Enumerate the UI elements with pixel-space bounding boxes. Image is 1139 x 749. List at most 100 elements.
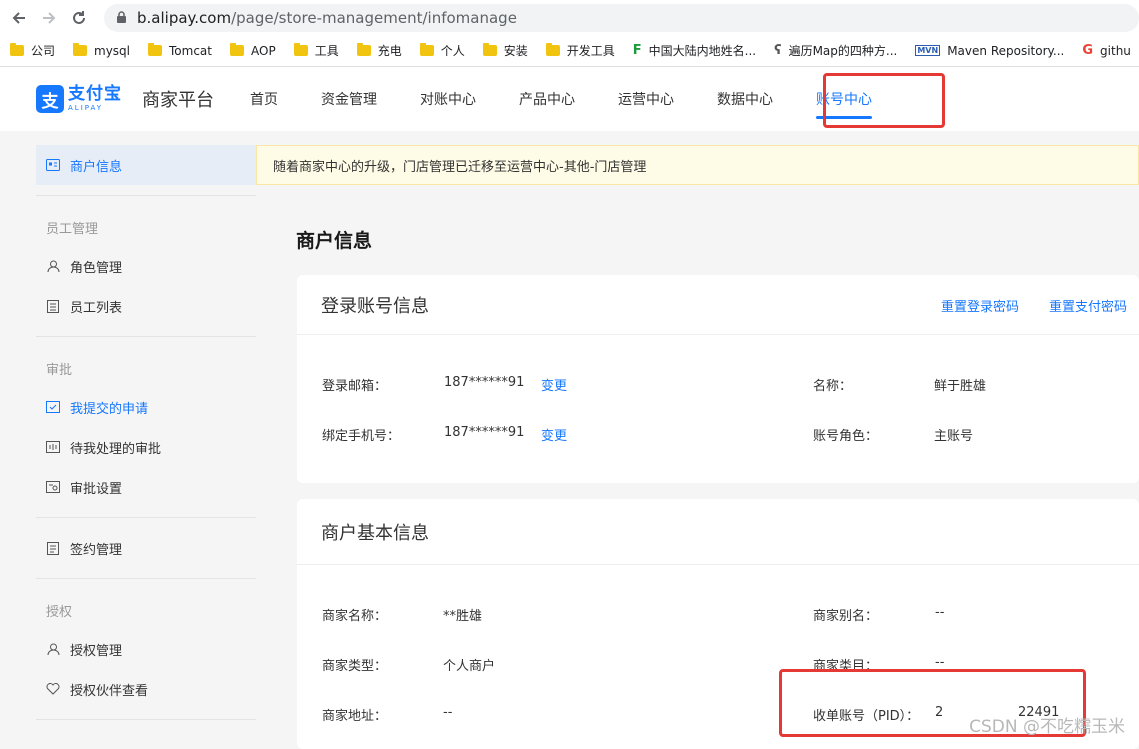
merchant-category-value: -- [935, 655, 944, 670]
check-box-icon [46, 400, 60, 414]
merchant-alias-value: -- [935, 605, 944, 620]
highlight-box-account-center [823, 73, 945, 128]
platform-name: 商家平台 [142, 86, 214, 112]
sidebar-divider [36, 517, 256, 518]
sidebar-divider [36, 719, 256, 720]
bookmark-item[interactable]: ʕ 遍历Map的四种方... [774, 42, 897, 59]
sidebar-item-merchant-info[interactable]: 商户信息 [36, 145, 256, 185]
sidebar-item-contracts[interactable]: 签约管理 [36, 528, 256, 568]
folder-icon [230, 45, 244, 56]
maven-icon: MVN [915, 45, 940, 56]
sidebar-divider [36, 336, 256, 337]
sidebar-divider [36, 578, 256, 579]
sidebar-divider [36, 195, 256, 196]
bookmark-item[interactable]: 安装 [483, 42, 528, 59]
bookmark-item[interactable]: Tomcat [148, 44, 212, 58]
folder-icon [357, 45, 371, 56]
menu-products[interactable]: 产品中心 [519, 67, 575, 131]
sidebar-item-label: 商户信息 [70, 156, 122, 175]
list-icon [46, 299, 60, 313]
alipay-logo[interactable]: 支 支付宝 ALIPAY [36, 85, 122, 113]
merchant-alias-label: 商家别名： [813, 605, 878, 624]
bookmark-item[interactable]: 公司 [10, 42, 55, 59]
menu-reconciliation[interactable]: 对账中心 [420, 67, 476, 131]
address-bar[interactable]: b.alipay.com/page/store-management/infom… [104, 4, 1139, 32]
site-icon: ʕ [774, 43, 781, 58]
sidebar-item-label: 授权管理 [70, 640, 122, 659]
folder-icon [10, 45, 24, 56]
sidebar-item-label: 待我处理的审批 [70, 438, 161, 457]
login-account-card: 登录账号信息 重置登录密码 重置支付密码 登录邮箱： 187******91 变… [297, 275, 1139, 483]
bookmark-label: githu [1100, 44, 1131, 58]
url-path: /page/store-management/infomanage [231, 9, 517, 27]
bookmark-label: Maven Repository... [947, 44, 1064, 58]
bookmark-item[interactable]: 开发工具 [546, 42, 615, 59]
sidebar-group-approval: 审批 [46, 359, 72, 378]
merchant-name-value: **胜雄 [443, 605, 482, 624]
sidebar-item-label: 我提交的申请 [70, 398, 148, 417]
main-menu: 首页 资金管理 对账中心 产品中心 运营中心 数据中心 账号中心 [250, 67, 915, 131]
bookmark-item[interactable]: MVN Maven Repository... [915, 44, 1064, 58]
email-label: 登录邮箱： [322, 375, 387, 394]
bookmark-label: 充电 [378, 42, 402, 59]
person-icon [46, 259, 60, 273]
change-phone-link[interactable]: 变更 [541, 425, 567, 444]
name-value: 鲜于胜雄 [934, 375, 986, 394]
sidebar-group-auth: 授权 [46, 601, 72, 620]
id-card-icon [46, 158, 60, 172]
bookmark-label: Tomcat [169, 44, 212, 58]
bookmark-label: 安装 [504, 42, 528, 59]
bookmark-item[interactable]: mysql [73, 44, 130, 58]
merchant-name-label: 商家名称： [322, 605, 387, 624]
sidebar-item-staff-list[interactable]: 员工列表 [36, 286, 256, 326]
heart-icon [46, 682, 60, 696]
bookmark-item[interactable]: F中国大陆内地姓名... [633, 42, 756, 59]
sidebar-item-label: 员工列表 [70, 297, 122, 316]
reload-icon[interactable] [68, 7, 90, 29]
sidebar-item-partners[interactable]: 授权伙伴查看 [36, 669, 256, 709]
logo-english: ALIPAY [68, 105, 122, 112]
sidebar-item-approval-settings[interactable]: 审批设置 [36, 467, 256, 507]
back-arrow-icon[interactable] [8, 7, 30, 29]
bookmark-label: AOP [251, 44, 276, 58]
sidebar-item-label: 授权伙伴查看 [70, 680, 148, 699]
merchant-address-label: 商家地址： [322, 705, 387, 724]
document-icon [46, 541, 60, 555]
bookmark-item[interactable]: 个人 [420, 42, 465, 59]
top-navigation: 支 支付宝 ALIPAY 商家平台 首页 资金管理 对账中心 产品中心 运营中心… [0, 67, 1139, 131]
f-site-icon: F [633, 43, 642, 58]
menu-home[interactable]: 首页 [250, 67, 278, 131]
forward-arrow-icon[interactable] [38, 7, 60, 29]
sidebar-item-label: 签约管理 [70, 539, 122, 558]
menu-data[interactable]: 数据中心 [717, 67, 773, 131]
bookmark-label: 公司 [31, 42, 55, 59]
logo-chinese: 支付宝 [68, 86, 122, 103]
settings-box-icon [46, 480, 60, 494]
merchant-type-value: 个人商户 [443, 655, 495, 674]
sidebar-item-roles[interactable]: 角色管理 [36, 246, 256, 286]
notice-banner: 随着商家中心的升级，门店管理已迁移至运营中心-其他-门店管理 [256, 145, 1139, 185]
folder-icon [73, 45, 87, 56]
reset-login-password-link[interactable]: 重置登录密码 [941, 296, 1019, 315]
bookmark-label: 遍历Map的四种方... [789, 42, 898, 59]
sidebar-item-auth-manage[interactable]: 授权管理 [36, 629, 256, 669]
reset-pay-password-link[interactable]: 重置支付密码 [1049, 296, 1127, 315]
change-email-link[interactable]: 变更 [541, 375, 567, 394]
bookmark-label: mysql [94, 44, 130, 58]
sidebar-item-pending-approvals[interactable]: 待我处理的审批 [36, 427, 256, 467]
menu-funds[interactable]: 资金管理 [321, 67, 377, 131]
folder-icon [420, 45, 434, 56]
bookmark-item[interactable]: AOP [230, 44, 276, 58]
bookmark-label: 开发工具 [567, 42, 615, 59]
bookmark-item[interactable]: Ggithu [1082, 43, 1131, 58]
merchant-type-label: 商家类型： [322, 655, 387, 674]
menu-operations[interactable]: 运营中心 [618, 67, 674, 131]
bookmark-item[interactable]: 工具 [294, 42, 339, 59]
inbox-icon [46, 440, 60, 454]
browser-toolbar: b.alipay.com/page/store-management/infom… [0, 0, 1139, 35]
account-role-value: 主账号 [934, 425, 973, 444]
sidebar-item-label: 角色管理 [70, 257, 122, 276]
bookmark-item[interactable]: 充电 [357, 42, 402, 59]
sidebar-item-my-requests[interactable]: 我提交的申请 [36, 387, 256, 427]
bookmark-label: 工具 [315, 42, 339, 59]
